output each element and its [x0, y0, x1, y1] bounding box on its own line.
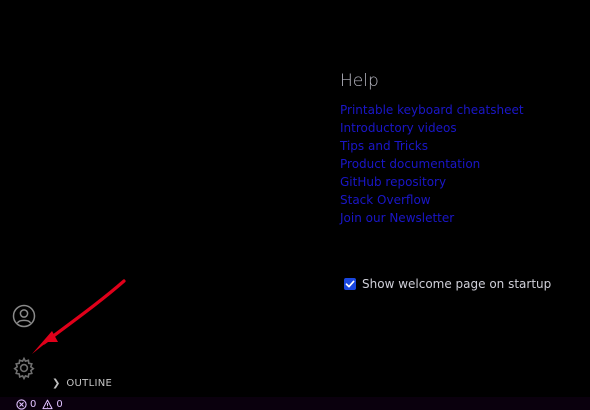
- help-link-tips-and-tricks[interactable]: Tips and Tricks: [340, 137, 580, 155]
- error-icon: [16, 399, 27, 410]
- chevron-right-icon: ❯: [52, 378, 61, 389]
- outline-section-header[interactable]: ❯ OUTLINE: [52, 378, 112, 389]
- welcome-page: Help Printable keyboard cheatsheet Intro…: [0, 0, 590, 410]
- help-link-newsletter[interactable]: Join our Newsletter: [340, 209, 580, 227]
- startup-checkbox[interactable]: [344, 278, 356, 290]
- help-link-introductory-videos[interactable]: Introductory videos: [340, 119, 580, 137]
- help-section: Help Printable keyboard cheatsheet Intro…: [340, 70, 580, 227]
- warning-count: 0: [56, 399, 63, 410]
- help-link-stack-overflow[interactable]: Stack Overflow: [340, 191, 580, 209]
- account-icon[interactable]: [12, 304, 36, 328]
- help-link-github-repository[interactable]: GitHub repository: [340, 173, 580, 191]
- help-link-keyboard-cheatsheet[interactable]: Printable keyboard cheatsheet: [340, 101, 580, 119]
- help-link-product-documentation[interactable]: Product documentation: [340, 155, 580, 173]
- status-bar: 0 0: [0, 397, 590, 410]
- warning-icon: [42, 399, 53, 410]
- gear-icon[interactable]: [12, 356, 36, 381]
- problems-status[interactable]: 0 0: [16, 399, 63, 410]
- startup-label: Show welcome page on startup: [362, 277, 552, 291]
- error-count: 0: [30, 399, 37, 410]
- checkmark-icon: [345, 280, 355, 288]
- startup-row: Show welcome page on startup: [344, 277, 551, 291]
- help-title: Help: [340, 71, 379, 91]
- outline-label: OUTLINE: [66, 378, 113, 389]
